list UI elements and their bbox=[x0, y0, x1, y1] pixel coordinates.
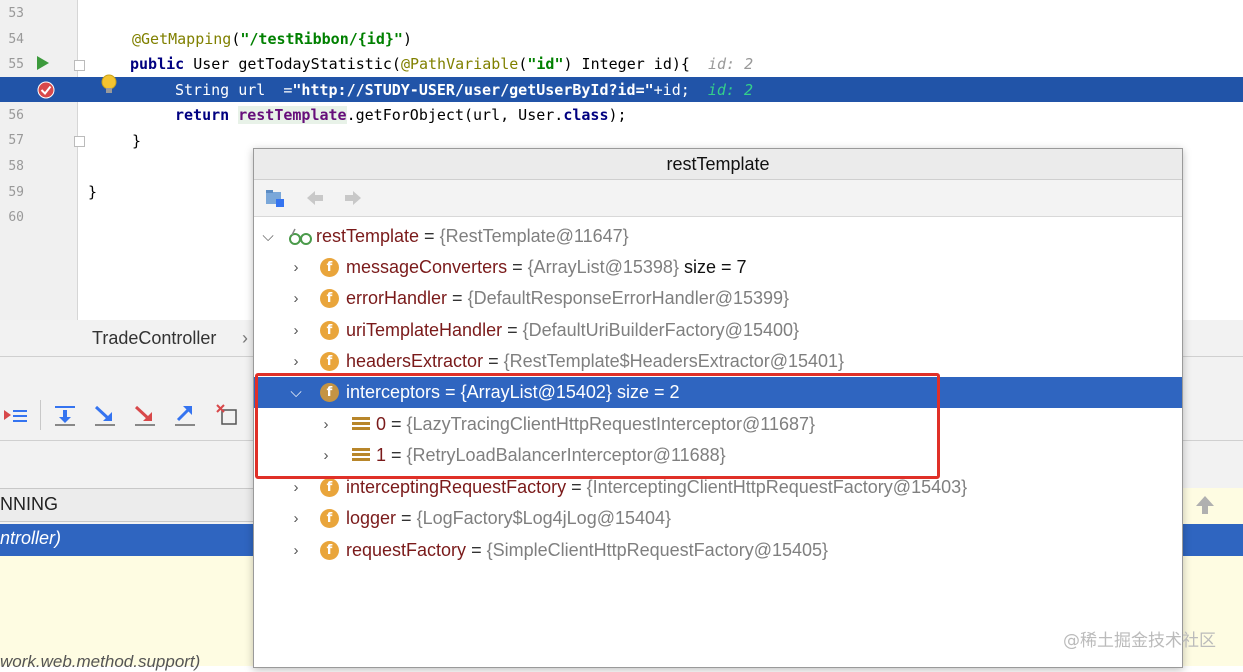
field-label: requestFactory = {SimpleClientHttpReques… bbox=[346, 540, 829, 560]
selected-frame[interactable]: ntroller) bbox=[0, 524, 255, 556]
breakpoint-icon[interactable] bbox=[37, 81, 55, 99]
lightbulb-icon[interactable] bbox=[100, 73, 118, 97]
field-label: messageConverters = {ArrayList@15398} si… bbox=[346, 257, 747, 277]
tree-row-field[interactable]: › f logger = {LogFactory$Log4jLog@15404} bbox=[254, 503, 1182, 534]
line-number: 57 bbox=[8, 133, 24, 148]
thread-status: NNING bbox=[0, 494, 58, 514]
code-line-58: } bbox=[132, 132, 142, 150]
code-line-56: String url ="http://STUDY-USER/user/getU… bbox=[175, 81, 753, 99]
line-number: 60 bbox=[8, 210, 24, 225]
chevron-right-icon[interactable]: › bbox=[288, 535, 304, 566]
chevron-right-icon[interactable]: › bbox=[288, 315, 304, 346]
tree-root-label: restTemplate = {RestTemplate@11647} bbox=[316, 226, 629, 246]
line-number: 56 bbox=[8, 108, 24, 123]
field-icon: f bbox=[320, 478, 339, 497]
tree-row-field[interactable]: › f messageConverters = {ArrayList@15398… bbox=[254, 252, 1182, 283]
run-icon[interactable] bbox=[36, 55, 50, 71]
popup-toolbar bbox=[254, 180, 1182, 217]
line-number: 59 bbox=[8, 185, 24, 200]
forward-arrow-icon[interactable] bbox=[342, 187, 364, 209]
step-into-icon[interactable] bbox=[92, 402, 118, 428]
chevron-right-icon[interactable]: › bbox=[288, 503, 304, 534]
variables-selected-row[interactable] bbox=[1181, 524, 1243, 556]
back-arrow-icon[interactable] bbox=[304, 187, 326, 209]
chevron-right-icon[interactable]: › bbox=[288, 283, 304, 314]
code-line-54: @GetMapping("/testRibbon/{id}") bbox=[132, 30, 412, 48]
code-line-60: } bbox=[88, 183, 98, 201]
tree-row-root[interactable]: ⌵ restTemplate = {RestTemplate@11647} bbox=[254, 221, 1182, 252]
line-number: 54 bbox=[8, 32, 24, 47]
highlight-annotation-box bbox=[255, 373, 940, 479]
field-icon: f bbox=[320, 321, 339, 340]
execution-line[interactable]: String url ="http://STUDY-USER/user/getU… bbox=[0, 74, 1243, 102]
fold-icon[interactable] bbox=[74, 60, 85, 71]
field-label: errorHandler = {DefaultResponseErrorHand… bbox=[346, 288, 790, 308]
tree-row-field[interactable]: › f uriTemplateHandler = {DefaultUriBuil… bbox=[254, 315, 1182, 346]
field-label: uriTemplateHandler = {DefaultUriBuilderF… bbox=[346, 320, 800, 340]
field-icon: f bbox=[320, 289, 339, 308]
arrow-up-icon[interactable] bbox=[1190, 490, 1220, 520]
fold-icon[interactable] bbox=[74, 136, 85, 147]
tree-row-field[interactable]: › f errorHandler = {DefaultResponseError… bbox=[254, 283, 1182, 314]
force-step-into-icon[interactable] bbox=[132, 402, 158, 428]
drop-frame-icon[interactable] bbox=[214, 402, 240, 428]
step-over-icon[interactable] bbox=[52, 402, 78, 428]
code-line-57: return restTemplate.getForObject(url, Us… bbox=[175, 106, 627, 124]
chevron-right-icon[interactable]: › bbox=[288, 252, 304, 283]
field-label: logger = {LogFactory$Log4jLog@15404} bbox=[346, 508, 672, 528]
field-icon: f bbox=[320, 541, 339, 560]
watch-glasses-icon bbox=[289, 228, 312, 245]
frames-header: NNING bbox=[0, 488, 255, 522]
watermark: @稀土掘金技术社区 bbox=[1063, 631, 1216, 651]
step-out-icon[interactable] bbox=[172, 402, 198, 428]
line-number: 58 bbox=[8, 159, 24, 174]
gutter-separator bbox=[77, 0, 78, 320]
tree-row-field[interactable]: › f requestFactory = {SimpleClientHttpRe… bbox=[254, 535, 1182, 566]
chevron-down-icon[interactable]: ⌵ bbox=[260, 221, 276, 252]
popup-title: restTemplate bbox=[254, 149, 1182, 180]
show-execution-point-icon[interactable] bbox=[2, 402, 28, 428]
chevron-right-icon: › bbox=[242, 328, 248, 348]
line-number: 55 bbox=[8, 57, 24, 72]
toolbar-divider bbox=[40, 400, 41, 430]
selected-frame-label: ntroller) bbox=[0, 528, 62, 548]
field-icon: f bbox=[320, 258, 339, 277]
field-icon: f bbox=[320, 509, 339, 528]
field-icon: f bbox=[320, 352, 339, 371]
frame-item[interactable]: work.web.method.support) bbox=[0, 652, 200, 672]
code-line-55: public User getTodayStatistic(@PathVaria… bbox=[130, 55, 754, 73]
breadcrumb-trade-controller[interactable]: TradeController bbox=[92, 328, 216, 349]
frames-list: work.web.method.support) bbox=[0, 556, 255, 671]
line-number: 53 bbox=[8, 6, 24, 21]
add-to-watches-icon[interactable] bbox=[264, 187, 286, 209]
